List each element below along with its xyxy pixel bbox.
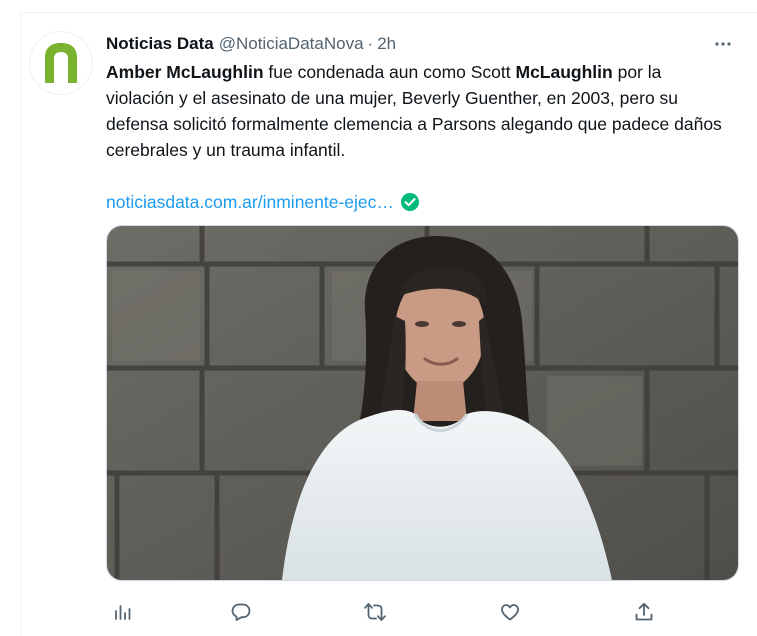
- avatar[interactable]: [29, 31, 93, 95]
- verified-check-icon: [400, 192, 420, 212]
- more-options-icon[interactable]: [710, 31, 736, 57]
- tweet-header: Noticias Data @NoticiaDataNova · 2h: [106, 31, 736, 57]
- noticias-data-logo-icon: [45, 43, 77, 83]
- share-icon[interactable]: [627, 597, 661, 627]
- photo-woman-white-shirt-stone-wall-icon: [107, 226, 738, 580]
- tweet-time[interactable]: 2h: [377, 31, 396, 57]
- text-bold-name-2: McLaughlin: [515, 62, 613, 82]
- header-separator: ·: [367, 34, 374, 53]
- text-bold-name-1: Amber McLaughlin: [106, 62, 264, 82]
- tweet-content: Noticias Data @NoticiaDataNova · 2h Ambe…: [106, 31, 736, 215]
- tweet-photo[interactable]: [106, 225, 739, 581]
- link-row: noticiasdata.com.ar/inminente-ejec…: [106, 189, 736, 215]
- text-part-2: fue condenada aun como Scott: [263, 62, 516, 82]
- tweet-actions: [106, 597, 653, 627]
- analytics-icon[interactable]: [106, 597, 140, 627]
- timeline-frame: Noticias Data @NoticiaDataNova · 2h Ambe…: [0, 0, 757, 636]
- tweet[interactable]: Noticias Data @NoticiaDataNova · 2h Ambe…: [20, 12, 757, 636]
- reply-icon[interactable]: [224, 597, 258, 627]
- author-name[interactable]: Noticias Data: [106, 31, 214, 57]
- author-handle[interactable]: @NoticiaDataNova: [219, 31, 364, 57]
- retweet-icon[interactable]: [358, 597, 392, 627]
- like-icon[interactable]: [493, 597, 527, 627]
- tweet-text: Amber McLaughlin fue condenada aun como …: [106, 59, 731, 163]
- article-link[interactable]: noticiasdata.com.ar/inminente-ejec…: [106, 192, 394, 213]
